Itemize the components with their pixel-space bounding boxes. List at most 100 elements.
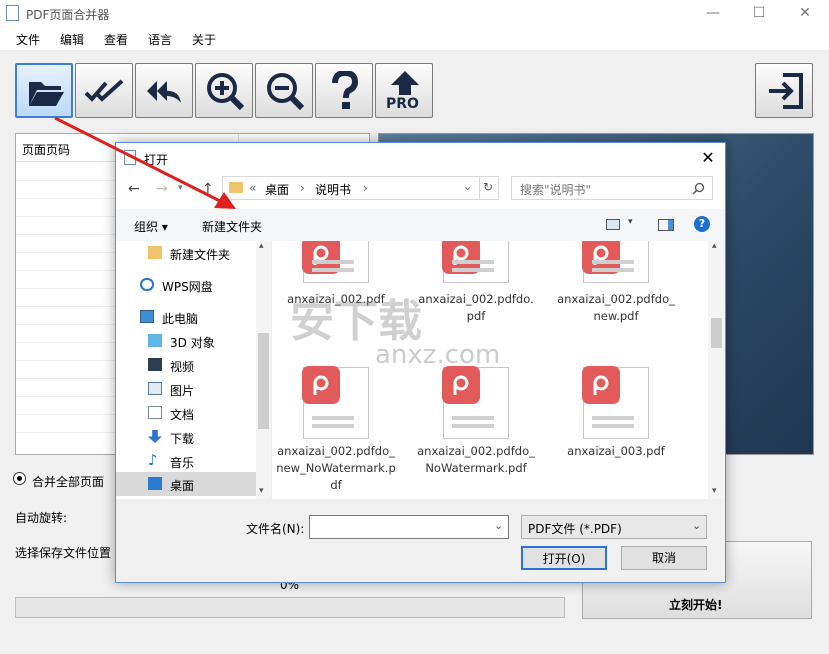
back-button[interactable]: ←	[128, 181, 140, 197]
cancel-button[interactable]: 取消	[621, 546, 707, 570]
file-item[interactable]: anxaizai_002.pdfdo.pdf	[416, 241, 536, 337]
select-all-button[interactable]	[75, 63, 133, 118]
nav-item-wps-cloud[interactable]: WPS网盘	[116, 273, 256, 297]
nav-scroll-up-icon[interactable]: ▴	[259, 241, 264, 251]
file-scroll-down-icon[interactable]: ▾	[712, 486, 717, 496]
download-icon	[148, 430, 162, 443]
filetype-select[interactable]: PDF文件 (*.PDF) ⌄	[521, 515, 707, 539]
breadcrumb-manual[interactable]: 说明书	[315, 181, 351, 198]
nav-item-documents[interactable]: 文档	[116, 401, 256, 425]
view-dropdown-icon[interactable]: ▾	[628, 217, 633, 227]
zoom-out-button[interactable]	[255, 63, 313, 118]
preview-pane-icon[interactable]	[658, 219, 674, 231]
undo-all-button[interactable]	[135, 63, 193, 118]
zoom-out-icon	[267, 73, 305, 111]
search-box[interactable]: 搜索"说明书"	[511, 176, 713, 200]
command-bar: 组织 ▾ 新建文件夹 ▾ ?	[116, 209, 725, 241]
file-scrollbar[interactable]	[708, 241, 725, 499]
nav-item-label: 文档	[170, 408, 195, 422]
merge-all-radio[interactable]	[13, 472, 26, 485]
nav-item-music[interactable]: ♪ 音乐	[116, 449, 256, 473]
nav-item-pictures[interactable]: 图片	[116, 377, 256, 401]
refresh-button[interactable]: ↻	[483, 180, 493, 194]
nav-item-videos[interactable]: 视频	[116, 353, 256, 377]
dialog-title: 打开	[144, 153, 169, 167]
file-scrollbar-thumb[interactable]	[711, 318, 722, 348]
filetype-value: PDF文件 (*.PDF)	[528, 522, 622, 536]
file-item[interactable]: anxaizai_002.pdfdo_NoWatermark.pdf	[416, 359, 536, 485]
title-bar: PDF页面合并器 — ☐ ✕	[0, 0, 829, 26]
picture-icon	[148, 382, 162, 395]
nav-item-label: 桌面	[170, 479, 195, 493]
nav-item-label: 下载	[170, 432, 195, 446]
reply-all-icon	[147, 81, 181, 103]
file-item[interactable]: anxaizai_003.pdf	[556, 359, 676, 485]
radio-dot	[17, 476, 22, 481]
breadcrumb-separator: ›	[300, 181, 305, 195]
menu-language[interactable]: 语言	[148, 31, 172, 48]
search-placeholder: 搜索"说明书"	[520, 183, 592, 197]
folder-open-icon	[29, 82, 64, 106]
dialog-close-button[interactable]: ✕	[691, 145, 725, 171]
file-grid[interactable]: anxaizai_002.pdf anxaizai_002.pdfdo.pdf …	[274, 241, 708, 499]
help-icon[interactable]: ?	[694, 216, 710, 232]
breadcrumb-desktop[interactable]: 桌面	[265, 181, 289, 198]
file-name: anxaizai_002.pdfdo_NoWatermark.pdf	[417, 444, 535, 475]
menu-about[interactable]: 关于	[192, 31, 216, 48]
nav-item-downloads[interactable]: 下载	[116, 425, 256, 449]
pdf-file-icon	[442, 366, 509, 439]
open-button[interactable]: 打开(O)	[521, 546, 607, 570]
navigation-pane[interactable]: 新建文件夹 WPS网盘 此电脑 3D 对象 视频 图片 文档 下载 ♪ 音乐 桌…	[116, 241, 272, 499]
close-button[interactable]: ✕	[782, 0, 828, 26]
zoom-in-button[interactable]	[195, 63, 253, 118]
new-folder-button[interactable]: 新建文件夹	[202, 218, 262, 235]
doc-line	[452, 424, 494, 428]
filename-dropdown-icon[interactable]: ⌄	[494, 519, 503, 532]
watermark-url: anxz.com	[375, 340, 501, 370]
app-title: PDF页面合并器	[26, 8, 110, 22]
nav-item-3d-objects[interactable]: 3D 对象	[116, 329, 256, 353]
save-location-label: 选择保存文件位置	[15, 546, 112, 560]
help-button[interactable]	[315, 63, 373, 118]
pdf-file-icon	[582, 366, 649, 439]
menu-edit[interactable]: 编辑	[60, 31, 84, 48]
nav-scroll-down-icon[interactable]: ▾	[259, 486, 264, 496]
pdf-file-icon	[442, 241, 509, 283]
file-scroll-up-icon[interactable]: ▴	[712, 241, 717, 251]
start-button-label: 立刻开始!	[669, 598, 723, 612]
up-button[interactable]: ↑	[202, 181, 214, 197]
computer-icon	[140, 310, 154, 323]
file-name: anxaizai_002.pdfdo_new.pdf	[557, 292, 675, 323]
address-dropdown-icon[interactable]: ⌄	[463, 180, 472, 193]
exit-button[interactable]	[755, 63, 813, 118]
maximize-button[interactable]: ☐	[736, 0, 782, 26]
address-bar[interactable]: « 桌面 › 说明书 › ⌄ ↻	[222, 176, 499, 200]
minimize-button[interactable]: —	[690, 0, 736, 26]
folder-icon	[229, 182, 243, 193]
merge-all-label: 合并全部页面	[32, 475, 105, 489]
recent-dropdown-icon[interactable]: ▾	[178, 183, 183, 193]
filename-input[interactable]: ⌄	[309, 515, 509, 539]
file-item[interactable]: anxaizai_002.pdfdo_new.pdf	[556, 241, 676, 337]
sign-in-icon	[769, 73, 803, 109]
view-mode-icon[interactable]	[606, 219, 620, 230]
filetype-dropdown-icon[interactable]: ⌄	[692, 519, 701, 532]
organize-menu[interactable]: 组织 ▾	[134, 218, 168, 235]
pro-upgrade-button[interactable]: PRO	[375, 63, 433, 118]
video-icon	[148, 358, 162, 371]
document-icon	[148, 406, 162, 419]
nav-item-this-pc[interactable]: 此电脑	[116, 305, 256, 329]
filename-label: 文件名(N):	[246, 522, 305, 536]
desktop-icon	[148, 477, 162, 490]
forward-button[interactable]: →	[156, 181, 168, 197]
nav-item-label: 图片	[170, 384, 195, 398]
menu-view[interactable]: 查看	[104, 31, 128, 48]
nav-item-desktop[interactable]: 桌面	[116, 472, 256, 496]
progress-bar	[15, 597, 565, 618]
pdf-badge	[302, 366, 340, 404]
nav-scrollbar-thumb[interactable]	[258, 333, 269, 429]
file-item[interactable]: anxaizai_002.pdfdo_new_NoWatermark.pdf	[276, 359, 396, 492]
nav-item-new-folder[interactable]: 新建文件夹	[116, 241, 256, 265]
open-folder-button[interactable]	[15, 63, 73, 118]
menu-file[interactable]: 文件	[16, 31, 40, 48]
